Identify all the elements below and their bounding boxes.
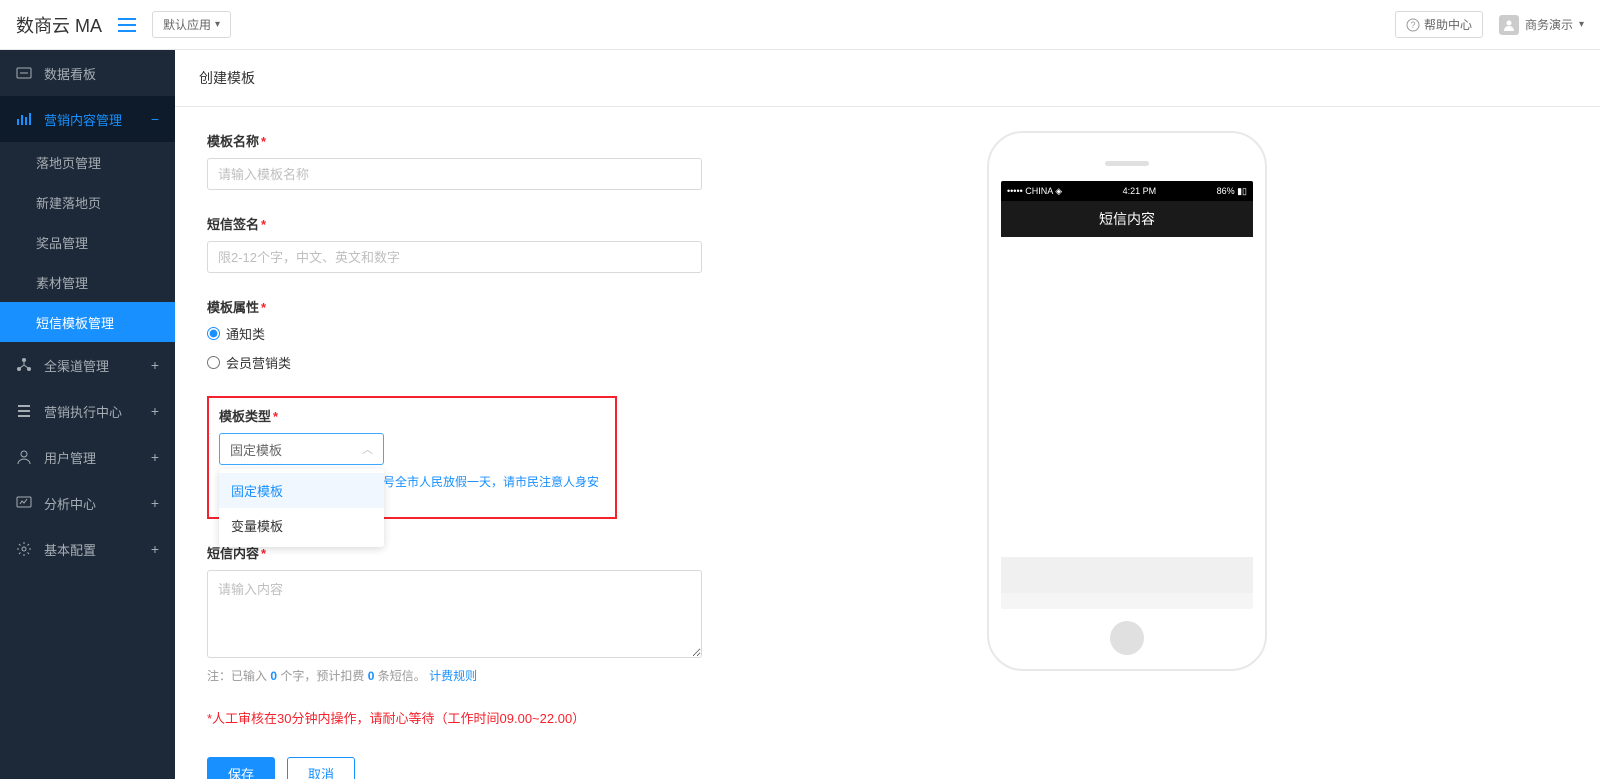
menu-toggle-icon[interactable]: [118, 18, 136, 32]
sms-header: 短信内容: [1001, 201, 1253, 237]
field-template-attr: 模板属性* 通知类 会员营销类: [207, 297, 927, 372]
expand-icon: +: [151, 403, 159, 419]
expand-icon: +: [151, 357, 159, 373]
caret-down-icon: ▾: [1579, 19, 1584, 30]
sidebar-item-dashboard[interactable]: 数据看板: [0, 50, 175, 96]
sidebar-item-label: 营销内容管理: [44, 110, 122, 129]
sidebar-item-user[interactable]: 用户管理 +: [0, 434, 175, 480]
highlight-box: 模板类型* 固定模板 ︿ 固定模板 变量模板 示例：受台风天气影响，9月21: [207, 396, 617, 519]
user-icon: [1499, 15, 1519, 35]
header-left: 数商云 MA 默认应用 ▾: [16, 11, 231, 38]
chart-icon: [16, 111, 32, 127]
logo: 数商云 MA: [16, 12, 102, 38]
phone-screen: ••••• CHINA ◈ 4:21 PM 86% ▮▯ 短信内容: [1001, 181, 1253, 609]
page-title: 创建模板: [175, 50, 1600, 107]
phone-status-bar: ••••• CHINA ◈ 4:21 PM 86% ▮▯: [1001, 181, 1253, 201]
billing-rules-link[interactable]: 计费规则: [429, 669, 477, 683]
sidebar-sub-landing[interactable]: 落地页管理: [0, 142, 175, 182]
textarea-sms-content[interactable]: [207, 570, 702, 658]
question-icon: ?: [1406, 18, 1420, 32]
warning-text: *人工审核在30分钟内操作，请耐心等待（工作时间09.00~22.00）: [207, 708, 927, 727]
sidebar-item-label: 全渠道管理: [44, 356, 109, 375]
sidebar-item-marketing[interactable]: 营销内容管理 −: [0, 96, 175, 142]
sidebar-sub-material[interactable]: 素材管理: [0, 262, 175, 302]
content-area: 创建模板 模板名称* 短信签名* 模板属性* 通知类: [175, 50, 1600, 779]
top-header: 数商云 MA 默认应用 ▾ ? 帮助中心 商务演示 ▾: [0, 0, 1600, 50]
sidebar-sub-sms-template[interactable]: 短信模板管理: [0, 302, 175, 342]
save-button[interactable]: 保存: [207, 757, 275, 779]
sidebar: 数据看板 营销内容管理 − 落地页管理 新建落地页 奖品管理 素材管理 短信模板…: [0, 50, 175, 779]
list-icon: [16, 403, 32, 419]
sidebar-item-exec[interactable]: 营销执行中心 +: [0, 388, 175, 434]
time-label: 4:21 PM: [1123, 186, 1157, 196]
sidebar-item-analysis[interactable]: 分析中心 +: [0, 480, 175, 526]
radio-member[interactable]: 会员营销类: [207, 353, 927, 372]
sidebar-item-label: 分析中心: [44, 494, 96, 513]
field-sms-sign: 短信签名*: [207, 214, 927, 273]
button-row: 保存 取消: [207, 757, 927, 779]
user-label: 商务演示: [1525, 16, 1573, 33]
phone-preview: ••••• CHINA ◈ 4:21 PM 86% ▮▯ 短信内容: [987, 131, 1277, 779]
header-right: ? 帮助中心 商务演示 ▾: [1395, 11, 1584, 38]
radio-notify[interactable]: 通知类: [207, 324, 927, 343]
carrier-label: ••••• CHINA ◈: [1007, 186, 1062, 197]
label-attr: 模板属性*: [207, 297, 927, 316]
collapse-icon: −: [151, 111, 159, 127]
chevron-up-icon: ︿: [362, 441, 373, 457]
label-name: 模板名称*: [207, 131, 927, 150]
help-label: 帮助中心: [1424, 16, 1472, 33]
hint-text: 注：已输入 0 个字，预计扣费 0 条短信。 计费规则: [207, 667, 927, 684]
phone-speaker: [1105, 161, 1149, 166]
app-dropdown-label: 默认应用: [163, 16, 211, 33]
cancel-button[interactable]: 取消: [287, 757, 355, 779]
dropdown-option-variable[interactable]: 变量模板: [219, 508, 384, 543]
form: 模板名称* 短信签名* 模板属性* 通知类: [207, 131, 927, 779]
gear-icon: [16, 541, 32, 557]
sidebar-item-basic[interactable]: 基本配置 +: [0, 526, 175, 572]
phone-home-button: [1110, 621, 1144, 655]
phone-frame: ••••• CHINA ◈ 4:21 PM 86% ▮▯ 短信内容: [987, 131, 1267, 671]
dashboard-icon: [16, 65, 32, 81]
svg-text:?: ?: [1410, 20, 1415, 30]
user-menu[interactable]: 商务演示 ▾: [1499, 15, 1584, 35]
radio-notify-input[interactable]: [207, 327, 220, 340]
dropdown-template-type: 固定模板 变量模板: [219, 469, 384, 547]
sidebar-item-label: 基本配置: [44, 540, 96, 559]
caret-down-icon: ▾: [215, 19, 220, 30]
user-icon: [16, 449, 32, 465]
sidebar-sub-prize[interactable]: 奖品管理: [0, 222, 175, 262]
monitor-icon: [16, 495, 32, 511]
field-template-name: 模板名称*: [207, 131, 927, 190]
dropdown-option-fixed[interactable]: 固定模板: [219, 473, 384, 508]
sms-input-area: [1001, 557, 1253, 593]
label-sign: 短信签名*: [207, 214, 927, 233]
help-button[interactable]: ? 帮助中心: [1395, 11, 1483, 38]
app-dropdown[interactable]: 默认应用 ▾: [152, 11, 231, 38]
sidebar-sub-new-landing[interactable]: 新建落地页: [0, 182, 175, 222]
input-template-name[interactable]: [207, 158, 702, 190]
field-template-type: 模板类型* 固定模板 ︿ 固定模板 变量模板 示例：受台风天气影响，9月21: [219, 406, 605, 507]
radio-member-input[interactable]: [207, 356, 220, 369]
label-type: 模板类型*: [219, 406, 605, 425]
sms-body: [1001, 237, 1253, 557]
sidebar-item-label: 用户管理: [44, 448, 96, 467]
select-value: 固定模板: [230, 440, 282, 459]
expand-icon: +: [151, 449, 159, 465]
field-sms-content: 短信内容* 注：已输入 0 个字，预计扣费 0 条短信。 计费规则: [207, 543, 927, 684]
sidebar-item-label: 数据看板: [44, 64, 96, 83]
expand-icon: +: [151, 495, 159, 511]
battery-label: 86% ▮▯: [1217, 186, 1247, 197]
wifi-icon: ◈: [1055, 186, 1062, 196]
select-template-type[interactable]: 固定模板 ︿: [219, 433, 384, 465]
network-icon: [16, 357, 32, 373]
sidebar-item-channel[interactable]: 全渠道管理 +: [0, 342, 175, 388]
expand-icon: +: [151, 541, 159, 557]
input-sms-sign[interactable]: [207, 241, 702, 273]
sidebar-item-label: 营销执行中心: [44, 402, 122, 421]
